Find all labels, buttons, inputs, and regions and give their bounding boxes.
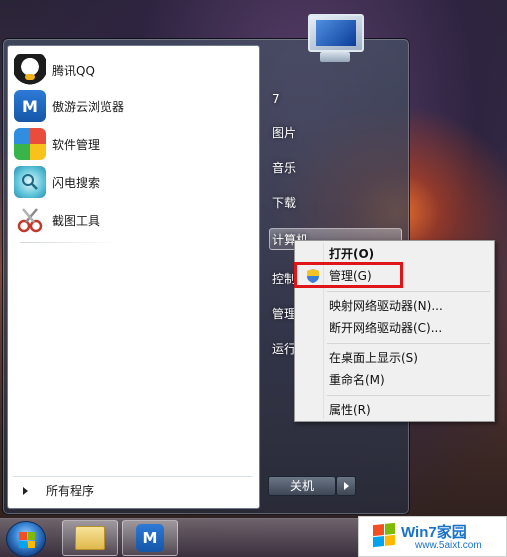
menu-item-disconnect-network-drive[interactable]: 断开网络驱动器(C)... bbox=[297, 317, 492, 339]
program-item-snipping-tool[interactable]: 截图工具 bbox=[14, 202, 252, 238]
all-programs-label: 所有程序 bbox=[46, 484, 95, 498]
taskbar-explorer-button[interactable] bbox=[62, 520, 118, 556]
shutdown-button[interactable]: 关机 bbox=[268, 476, 336, 496]
program-label: 软件管理 bbox=[52, 137, 101, 152]
windows-flag-icon bbox=[19, 532, 35, 548]
right-item-music[interactable]: 音乐 bbox=[272, 157, 400, 179]
program-label: 闪电搜索 bbox=[52, 175, 101, 190]
program-item-flash-search[interactable]: 闪电搜索 bbox=[14, 164, 252, 200]
menu-item-rename[interactable]: 重命名(M) bbox=[297, 369, 492, 391]
qq-penguin-icon bbox=[14, 54, 46, 86]
magnifier-icon bbox=[22, 174, 38, 190]
program-item-maxthon[interactable]: M 傲游云浏览器 bbox=[14, 88, 252, 124]
snipping-tool-icon bbox=[14, 204, 46, 236]
maxthon-browser-icon: M bbox=[14, 90, 46, 122]
start-orb-button[interactable] bbox=[6, 521, 46, 557]
maxthon-browser-icon: M bbox=[136, 524, 164, 552]
program-item-qq[interactable]: 腾讯QQ bbox=[14, 52, 252, 88]
menu-item-properties[interactable]: 属性(R) bbox=[297, 399, 492, 421]
shutdown-options-button[interactable] bbox=[336, 476, 356, 496]
monitor-screen bbox=[316, 20, 356, 46]
site-watermark: Win7家园 www.5aixt.com bbox=[358, 516, 507, 557]
watermark-title: Win7家园 bbox=[401, 524, 467, 541]
flash-search-icon bbox=[14, 166, 46, 198]
windows-logo-icon bbox=[373, 522, 395, 548]
menu-separator bbox=[327, 291, 490, 292]
taskbar-maxthon-button[interactable]: M bbox=[122, 520, 178, 556]
right-item-pictures[interactable]: 图片 bbox=[272, 122, 400, 144]
watermark-url: www.5aixt.com bbox=[415, 540, 482, 551]
program-label: 腾讯QQ bbox=[52, 63, 95, 78]
menu-item-map-network-drive[interactable]: 映射网络驱动器(N)... bbox=[297, 295, 492, 317]
right-item-downloads[interactable]: 下载 bbox=[272, 192, 400, 214]
menu-separator bbox=[327, 395, 490, 396]
user-picture-computer-icon[interactable] bbox=[302, 10, 370, 68]
triangle-right-icon bbox=[23, 486, 28, 495]
software-manager-icon bbox=[14, 128, 46, 160]
separator bbox=[20, 242, 116, 243]
triangle-right-icon bbox=[343, 482, 349, 490]
program-item-software-manager[interactable]: 软件管理 bbox=[14, 126, 252, 162]
annotation-highlight-box bbox=[294, 262, 403, 288]
all-programs-button[interactable]: 所有程序 bbox=[13, 476, 253, 504]
program-label: 截图工具 bbox=[52, 213, 101, 228]
menu-item-show-on-desktop[interactable]: 在桌面上显示(S) bbox=[297, 347, 492, 369]
right-item-user-folder[interactable]: 7 bbox=[272, 88, 400, 110]
scissors-icon bbox=[17, 208, 43, 233]
menu-separator bbox=[327, 343, 490, 344]
windows-explorer-icon bbox=[75, 526, 105, 550]
monitor-stand bbox=[320, 52, 350, 62]
program-label: 傲游云浏览器 bbox=[52, 99, 125, 114]
pinned-programs-pane: 腾讯QQ M 傲游云浏览器 软件管理 闪电搜索 截图工具 所有程序 bbox=[7, 45, 260, 509]
